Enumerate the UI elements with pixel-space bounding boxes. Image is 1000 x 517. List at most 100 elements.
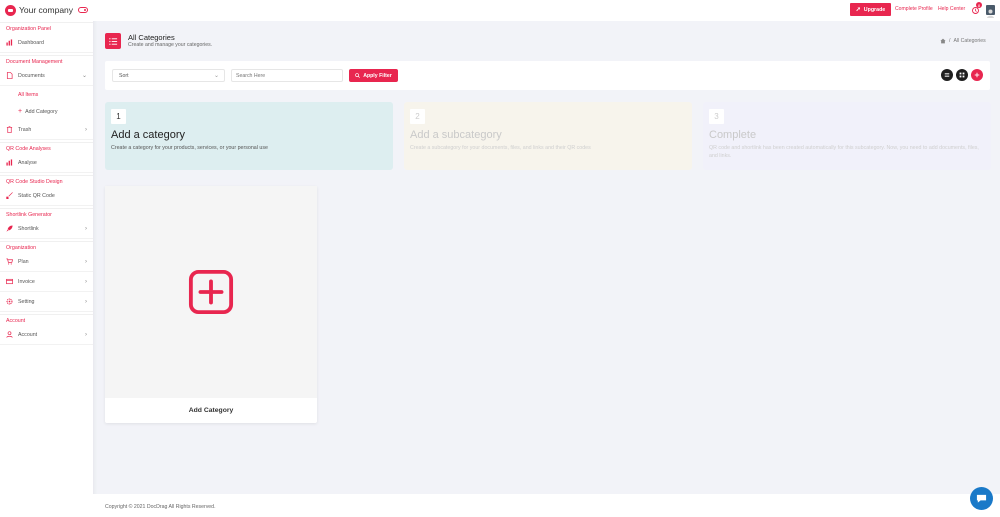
sidebar-item-trash[interactable]: Trash › (0, 120, 93, 140)
grid-view-button[interactable] (956, 69, 968, 81)
sidebar-item-label: Static QR Code (18, 192, 55, 199)
plus-icon (974, 72, 980, 78)
complete-profile-link[interactable]: Complete Profile (895, 6, 933, 12)
sidebar-item-label: Analyse (18, 159, 37, 166)
credit-card-icon (6, 278, 13, 285)
list-icon (105, 33, 121, 49)
sidebar-item-static-qr[interactable]: Static QR Code (0, 186, 93, 206)
chevron-right-icon: › (85, 258, 87, 265)
trash-icon (6, 126, 13, 133)
sidebar-item-account[interactable]: Account › (0, 325, 93, 345)
step-title: Add a category (111, 129, 185, 141)
sidebar-item-shortlink[interactable]: Shortlink › (0, 219, 93, 239)
sidebar-toggle-icon[interactable] (78, 7, 88, 13)
list-view-button[interactable] (941, 69, 953, 81)
sidebar-item-label: Dashboard (18, 39, 44, 46)
sidebar-item-documents[interactable]: Documents ⌄ (0, 66, 93, 86)
grid-view-icon (959, 72, 965, 78)
sidebar-item-label: Trash (18, 126, 32, 133)
sidebar-item-label: Account (18, 331, 38, 338)
rocket-icon (6, 225, 13, 232)
filter-bar: Sort ⌄ Apply Filter (105, 61, 990, 90)
sidebar-item-label: Invoice (18, 278, 35, 285)
step-card-3: 3 Complete QR code and shortlink has bee… (703, 102, 991, 170)
sidebar-item-label: Documents (18, 72, 45, 79)
list-view-icon (944, 73, 950, 77)
chevron-right-icon: › (85, 331, 87, 338)
breadcrumb-separator: / (949, 38, 951, 44)
section-account: Account (0, 314, 93, 325)
help-center-link[interactable]: Help Center (938, 6, 965, 12)
step-number: 1 (111, 109, 126, 124)
avatar[interactable] (986, 5, 995, 18)
chevron-right-icon: › (85, 298, 87, 305)
top-header: ➚ Upgrade Complete Profile Help Center 8 (93, 0, 1000, 21)
step-description: Create a subcategory for your documents,… (410, 145, 591, 151)
chevron-down-icon: ⌄ (213, 73, 219, 79)
sidebar-item-dashboard[interactable]: Dashboard (0, 33, 93, 53)
home-icon[interactable] (940, 38, 946, 44)
add-category-card[interactable]: Add Category (105, 186, 317, 423)
section-document-management: Document Management (0, 55, 93, 66)
notification-badge: 8 (976, 2, 982, 8)
sidebar-item-label: Plan (18, 258, 29, 265)
section-organization-panel: Organization Panel (0, 22, 93, 33)
document-icon (6, 72, 13, 79)
sort-select[interactable]: Sort ⌄ (112, 69, 225, 82)
chevron-right-icon: › (85, 278, 87, 285)
sidebar-item-label: Setting (18, 298, 35, 305)
step-card-2: 2 Add a subcategory Create a subcategory… (404, 102, 692, 170)
step-number: 2 (410, 109, 425, 124)
cart-icon (6, 258, 13, 265)
step-description: QR code and shortlink has been created a… (709, 145, 979, 159)
sidebar-subitem-label: All Items (18, 91, 39, 98)
brush-icon (6, 192, 13, 199)
add-category-card-body[interactable] (105, 186, 317, 398)
sidebar-item-label: Shortlink (18, 225, 39, 232)
chevron-right-icon: › (85, 126, 87, 133)
chart-icon (6, 39, 13, 46)
brand[interactable]: Your company (0, 0, 93, 20)
sidebar-item-invoice[interactable]: Invoice › (0, 272, 93, 292)
sidebar-subitem-label: Add Category (25, 108, 58, 115)
page-title: All Categories (128, 33, 175, 42)
upgrade-button[interactable]: ➚ Upgrade (850, 3, 891, 16)
breadcrumb-current: All Categories (953, 38, 986, 44)
chevron-down-icon: ⌄ (81, 73, 87, 79)
step-card-1: 1 Add a category Create a category for y… (105, 102, 393, 170)
plus-icon: + (18, 108, 23, 115)
copyright-text: Copyright © 2021 DocDrag All Rights Rese… (105, 504, 216, 510)
chart-icon (6, 159, 13, 166)
chat-icon (976, 494, 987, 503)
search-icon (355, 73, 361, 78)
step-title: Add a subcategory (410, 129, 502, 141)
breadcrumb: / All Categories (940, 38, 986, 44)
section-qr-studio: QR Code Studio Design (0, 175, 93, 186)
gear-icon (6, 298, 13, 305)
chat-button[interactable] (970, 487, 993, 510)
add-button[interactable] (971, 69, 983, 81)
search-input[interactable] (231, 69, 343, 82)
sidebar-subitem-add-category[interactable]: + Add Category (0, 103, 93, 120)
brand-logo-icon (5, 4, 16, 16)
footer: Copyright © 2021 DocDrag All Rights Rese… (93, 494, 1000, 517)
rocket-icon: ➚ (855, 7, 861, 13)
apply-filter-button[interactable]: Apply Filter (349, 69, 398, 82)
step-title: Complete (709, 129, 757, 141)
section-organization: Organization (0, 241, 93, 252)
user-icon (6, 331, 13, 338)
sidebar-item-analyse[interactable]: Analyse (0, 153, 93, 173)
section-shortlink-generator: Shortlink Generator (0, 208, 93, 219)
sidebar-item-plan[interactable]: Plan › (0, 252, 93, 272)
brand-name: Your company (19, 5, 74, 15)
chevron-right-icon: › (85, 225, 87, 232)
section-qr-analyses: QR Code Analyses (0, 142, 93, 153)
sidebar: Your company Organization Panel Dashboar… (0, 0, 93, 517)
add-category-label: Add Category (188, 407, 234, 414)
add-square-icon (188, 269, 234, 315)
step-number: 3 (709, 109, 724, 124)
sidebar-item-setting[interactable]: Setting › (0, 292, 93, 312)
page-subtitle: Create and manage your categories. (128, 42, 213, 48)
sidebar-subitem-all-items[interactable]: All Items (0, 86, 93, 103)
step-description: Create a category for your products, ser… (111, 145, 268, 151)
